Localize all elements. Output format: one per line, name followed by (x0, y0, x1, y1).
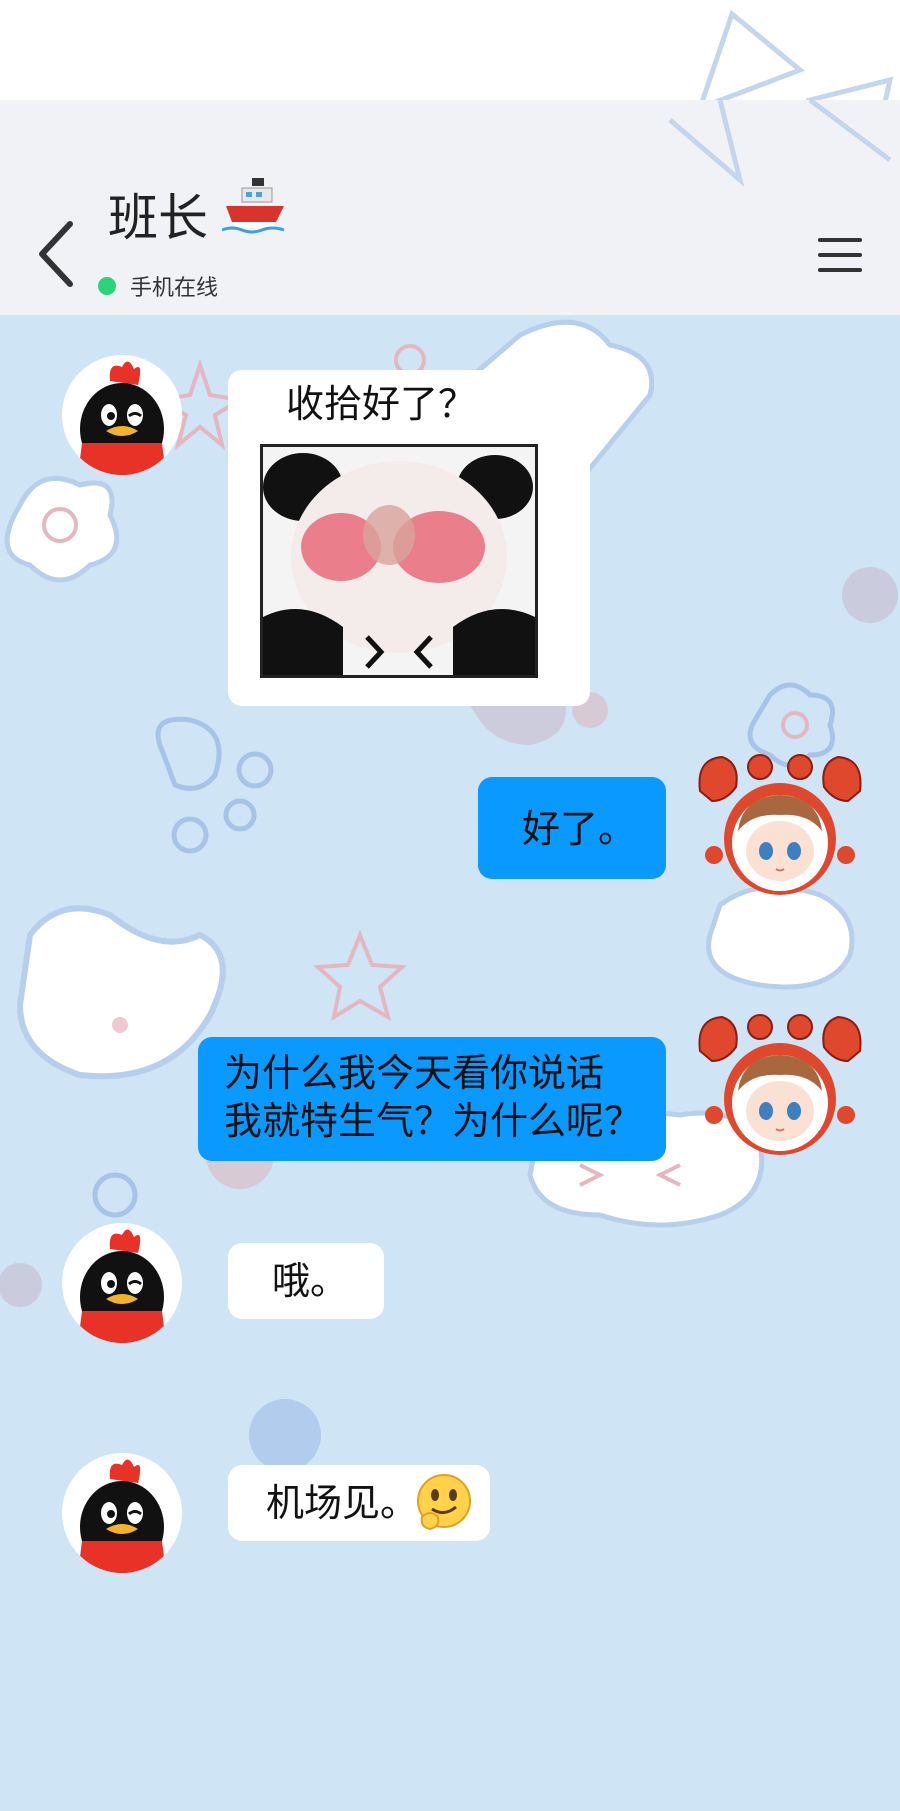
contact-avatar[interactable] (62, 1223, 182, 1343)
online-dot-icon (98, 277, 116, 295)
penguin-avatar-icon (78, 1229, 166, 1343)
message-bubble-outgoing[interactable]: 为什么我今天看你说话 我就特生气？为什么呢？ (198, 1037, 666, 1161)
menu-button[interactable] (818, 238, 862, 278)
menu-icon (818, 238, 862, 272)
message-text: 机场见。 (266, 1481, 419, 1525)
contact-name: 班长 (108, 189, 208, 247)
crab-frame-icon (698, 754, 862, 895)
status-text: 手机在线 (130, 276, 219, 301)
message-text: 好了。 (522, 807, 637, 851)
triangle-decoration (668, 100, 892, 188)
message-line: 我就特生气？为什么呢？ (224, 1099, 643, 1143)
chevron-left-icon (39, 221, 73, 287)
chat-area[interactable]: 收拾好了？ 好了。 为什么我今天看你说话 我就特生气？为什么呢？ 哦。 机场见。 (0, 315, 900, 1811)
top-blank-area (0, 0, 900, 176)
ship-icon (222, 178, 285, 234)
self-avatar[interactable] (690, 1011, 870, 1161)
contact-avatar[interactable] (62, 355, 182, 475)
message-bubble-incoming[interactable]: 收拾好了？ (228, 370, 590, 706)
thinking-smile-icon (417, 1474, 471, 1531)
message-bubble-incoming[interactable]: 机场见。 (228, 1465, 490, 1541)
penguin-avatar-icon (78, 361, 166, 475)
self-avatar[interactable] (690, 751, 870, 901)
contact-avatar[interactable] (62, 1453, 182, 1573)
back-button[interactable] (28, 214, 88, 294)
message-bubble-incoming[interactable]: 哦。 (228, 1243, 384, 1319)
online-status: 手机在线 (98, 270, 218, 302)
crab-frame-icon (698, 1014, 862, 1155)
panda-meme-sticker (260, 444, 538, 678)
message-line: 为什么我今天看你说话 (224, 1051, 605, 1095)
message-text: 哦。 (272, 1259, 349, 1303)
message-text: 收拾好了？ (286, 382, 477, 426)
penguin-avatar-icon (78, 1459, 166, 1573)
message-bubble-outgoing[interactable]: 好了。 (478, 777, 666, 879)
